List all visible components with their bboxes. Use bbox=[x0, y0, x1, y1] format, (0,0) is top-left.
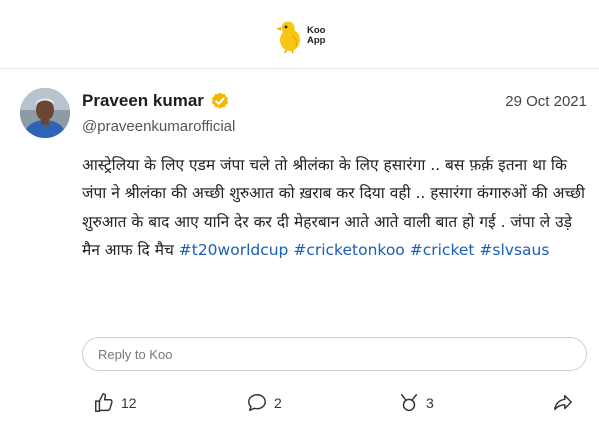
action-bar: 12 2 3 bbox=[0, 392, 599, 418]
comment-icon bbox=[248, 394, 266, 412]
rekoo-button[interactable]: 3 bbox=[398, 392, 434, 414]
share-button[interactable] bbox=[552, 392, 574, 414]
hashtag-t20worldcup[interactable]: #t20worldcup bbox=[179, 241, 289, 259]
koo-post-card: Koo App Praveen kumar @praveenkumaroffic… bbox=[0, 0, 599, 425]
rekoo-icon bbox=[400, 394, 418, 412]
verified-badge-icon bbox=[211, 92, 229, 109]
koo-app-logo[interactable]: Koo App bbox=[275, 18, 325, 54]
like-button[interactable]: 12 bbox=[93, 392, 137, 414]
logo-text: Koo App bbox=[307, 26, 325, 46]
comment-button[interactable]: 2 bbox=[246, 392, 282, 414]
post-date: 29 Oct 2021 bbox=[505, 93, 587, 110]
comment-count: 2 bbox=[274, 395, 282, 411]
author-handle[interactable]: @praveenkumarofficial bbox=[82, 118, 235, 135]
profile-photo bbox=[20, 88, 70, 138]
thumbs-up-icon bbox=[95, 393, 113, 412]
post-text: आस्ट्रेलिया के लिए एडम जंपा चले तो श्रील… bbox=[82, 151, 587, 265]
hashtag-slvsaus[interactable]: #slvsaus bbox=[479, 241, 549, 259]
hashtag-cricket[interactable]: #cricket bbox=[410, 241, 475, 259]
koo-bird-icon bbox=[276, 21, 300, 53]
header: Koo App bbox=[0, 0, 599, 69]
like-count: 12 bbox=[121, 395, 137, 411]
reply-input[interactable]: Reply to Koo bbox=[82, 337, 587, 371]
rekoo-count: 3 bbox=[426, 395, 434, 411]
hashtag-cricketonkoo[interactable]: #cricketonkoo bbox=[293, 241, 404, 259]
share-icon bbox=[554, 394, 572, 411]
avatar[interactable] bbox=[20, 88, 70, 138]
author-name-row: Praveen kumar bbox=[82, 91, 229, 111]
logo-line-2: App bbox=[307, 35, 326, 46]
author-name[interactable]: Praveen kumar bbox=[82, 91, 204, 111]
